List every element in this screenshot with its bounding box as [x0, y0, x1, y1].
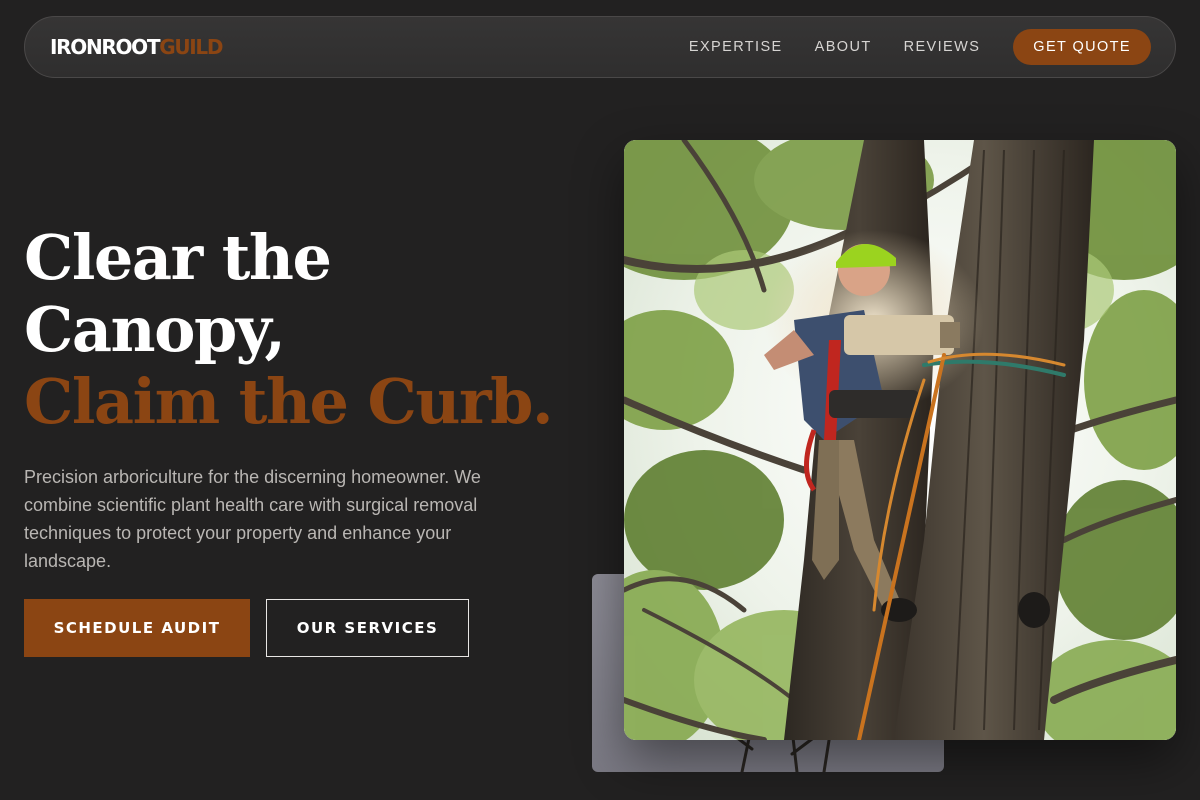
- brand-logo[interactable]: IRONROOT GUILD: [50, 35, 223, 59]
- headline-line-2: Canopy,: [24, 293, 286, 366]
- nav-link-about[interactable]: ABOUT: [815, 39, 872, 55]
- nav-link-reviews[interactable]: REVIEWS: [904, 39, 981, 55]
- hero-description: Precision arboriculture for the discerni…: [24, 467, 481, 571]
- hero-headline: Clear the Canopy, Claim the Curb.: [24, 221, 554, 438]
- brand-name-part2: GUILD: [159, 35, 223, 59]
- headline-line-1: Clear the: [24, 221, 332, 294]
- schedule-audit-button[interactable]: SCHEDULE AUDIT: [24, 599, 250, 657]
- tree-climber-photo: [624, 140, 1176, 740]
- headline-accent: Claim the Curb.: [24, 365, 554, 438]
- hero-photo-arborist: [624, 140, 1176, 740]
- brand-name-part1: IRONROOT: [50, 35, 161, 59]
- top-navigation: IRONROOT GUILD EXPERTISE ABOUT REVIEWS GE…: [24, 16, 1176, 78]
- our-services-button[interactable]: OUR SERVICES: [266, 599, 469, 657]
- nav-link-expertise[interactable]: EXPERTISE: [689, 39, 783, 55]
- get-quote-button[interactable]: GET QUOTE: [1013, 29, 1151, 65]
- nav-links: EXPERTISE ABOUT REVIEWS GET QUOTE: [689, 29, 1151, 65]
